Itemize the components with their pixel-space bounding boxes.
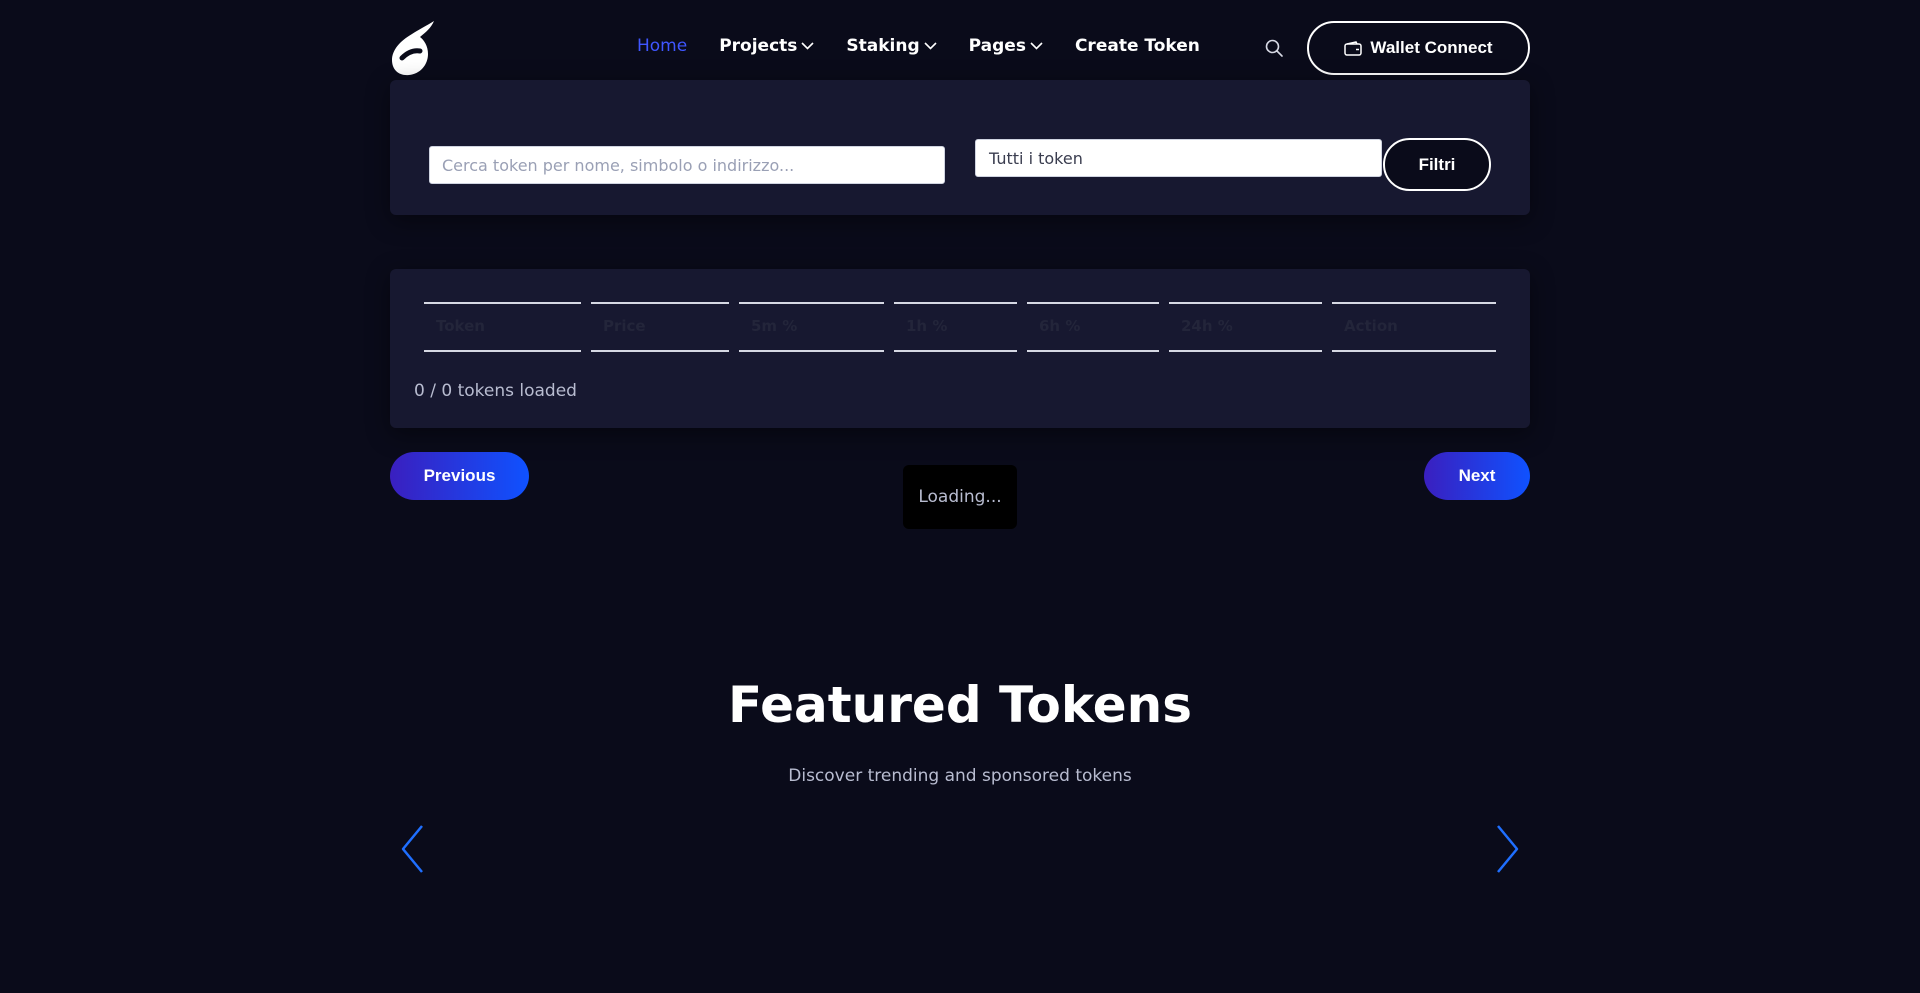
token-search-input[interactable] — [429, 146, 945, 184]
token-table-panel: Token Price 5m % 1h % 6h % 24h % Action … — [390, 269, 1530, 428]
column-header-1h[interactable]: 1h % — [894, 302, 1017, 352]
chevron-down-icon — [801, 42, 814, 50]
nav-create-token-label: Create Token — [1074, 36, 1200, 56]
nav-staking[interactable]: Staking — [846, 36, 937, 56]
column-header-6h[interactable]: 6h % — [1027, 302, 1159, 352]
column-header-token[interactable]: Token — [424, 302, 581, 352]
nav-home[interactable]: Home — [637, 36, 687, 56]
filter-button-label: Filtri — [1418, 154, 1456, 174]
column-header-action: Action — [1332, 302, 1496, 352]
chevron-left-icon[interactable] — [398, 824, 428, 874]
wallet-connect-label: Wallet Connect — [1370, 38, 1493, 57]
featured-tokens-title: Featured Tokens — [727, 676, 1193, 734]
token-filter-panel: Tutti i token Filtri — [390, 80, 1530, 215]
nav-pages-label: Pages — [968, 36, 1026, 56]
column-header-price[interactable]: Price — [591, 302, 729, 352]
logo-icon[interactable] — [390, 20, 436, 76]
column-header-24h[interactable]: 24h % — [1169, 302, 1322, 352]
nav-create-token[interactable]: Create Token — [1075, 36, 1200, 56]
page: Home Projects Staking Pages Create Token — [0, 0, 1920, 993]
chevron-right-icon[interactable] — [1492, 824, 1522, 874]
search-icon[interactable] — [1264, 38, 1284, 58]
loading-indicator: Loading... — [903, 465, 1017, 529]
column-header-5m[interactable]: 5m % — [739, 302, 884, 352]
chevron-down-icon — [924, 42, 937, 50]
tokens-loaded-count: 0 / 0 tokens loaded — [414, 381, 577, 401]
previous-page-button[interactable]: Previous — [390, 452, 529, 500]
filter-button[interactable]: Filtri — [1383, 138, 1491, 191]
site-header: Home Projects Staking Pages Create Token — [390, 18, 1530, 78]
loading-label: Loading... — [918, 487, 1002, 507]
next-page-button[interactable]: Next — [1424, 452, 1530, 500]
featured-tokens-subtitle: Discover trending and sponsored tokens — [788, 766, 1132, 786]
nav-projects-label: Projects — [719, 36, 798, 56]
nav-pages[interactable]: Pages — [969, 36, 1043, 56]
nav-staking-label: Staking — [846, 36, 920, 56]
chevron-down-icon — [1030, 42, 1043, 50]
table-header: Token Price 5m % 1h % 6h % 24h % Action — [424, 302, 1496, 352]
main-nav: Home Projects Staking Pages Create Token — [637, 36, 1200, 56]
nav-home-label: Home — [637, 36, 688, 56]
wallet-connect-button[interactable]: Wallet Connect — [1307, 21, 1530, 75]
token-type-select[interactable]: Tutti i token — [975, 139, 1382, 177]
previous-page-label: Previous — [423, 466, 496, 485]
token-type-select-value: Tutti i token — [989, 148, 1083, 168]
wallet-icon — [1344, 40, 1363, 56]
nav-projects[interactable]: Projects — [719, 36, 814, 56]
next-page-label: Next — [1458, 466, 1496, 485]
